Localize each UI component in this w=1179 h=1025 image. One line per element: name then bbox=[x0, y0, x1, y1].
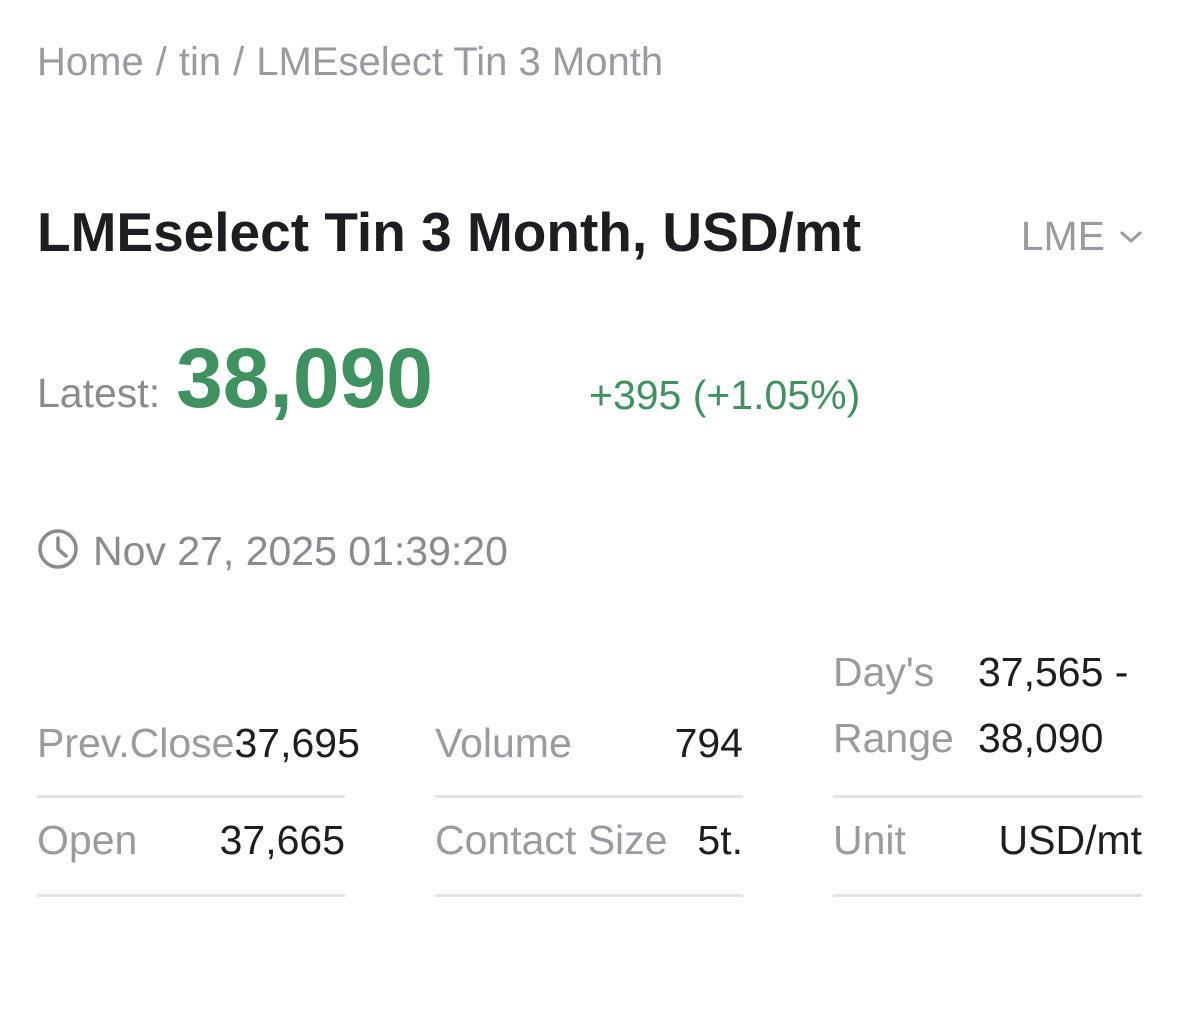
breadcrumb-separator: / bbox=[233, 40, 245, 84]
quote-timestamp: Nov 27, 2025 01:39:20 bbox=[37, 528, 508, 575]
latest-price-row: Latest: 38,090 bbox=[37, 330, 433, 427]
breadcrumb-separator: / bbox=[155, 40, 167, 84]
stat-value-line: 38,090 bbox=[978, 715, 1104, 761]
stat-label-line: Range bbox=[833, 715, 954, 761]
stat-label: Prev.Close bbox=[37, 720, 235, 766]
stat-label: Volume bbox=[435, 720, 572, 766]
stat-volume: Volume 794 bbox=[435, 700, 743, 798]
stat-value: 794 bbox=[674, 720, 743, 766]
stat-value: 37,665 bbox=[219, 817, 345, 863]
stat-label: Day's Range bbox=[833, 639, 954, 771]
stat-contract-size: Contact Size 5t. bbox=[435, 798, 743, 897]
stat-label: Contact Size bbox=[435, 817, 668, 863]
stat-value: 5t. bbox=[697, 817, 743, 863]
stat-value-line: 37,565 - bbox=[978, 649, 1129, 695]
breadcrumb-category[interactable]: tin bbox=[179, 40, 221, 84]
stat-label: Open bbox=[37, 817, 138, 863]
stat-value: 37,695 bbox=[234, 720, 360, 766]
stat-label-line: Day's bbox=[833, 649, 935, 695]
timestamp-text: Nov 27, 2025 01:39:20 bbox=[93, 528, 508, 574]
quote-page: Home / tin / LMEselect Tin 3 Month LMEselect… bbox=[0, 0, 1179, 1025]
stat-open: Open 37,665 bbox=[37, 798, 345, 897]
clock-icon bbox=[37, 528, 79, 575]
latest-label: Latest: bbox=[37, 370, 161, 416]
exchange-selector[interactable]: LME bbox=[1021, 213, 1143, 260]
stat-value: USD/mt bbox=[998, 817, 1143, 863]
breadcrumb: Home / tin / LMEselect Tin 3 Month bbox=[37, 40, 663, 85]
stat-unit: Unit USD/mt bbox=[833, 798, 1142, 897]
chevron-down-icon bbox=[1119, 229, 1143, 245]
stat-value: 37,565 - 38,090 bbox=[978, 639, 1142, 771]
stat-label: Unit bbox=[833, 817, 906, 863]
exchange-selector-label: LME bbox=[1020, 213, 1105, 259]
breadcrumb-current: LMEselect Tin 3 Month bbox=[256, 40, 664, 84]
stat-days-range: Day's Range 37,565 - 38,090 bbox=[833, 646, 1142, 798]
page-title: LMEselect Tin 3 Month, USD/mt bbox=[37, 201, 862, 263]
latest-price: 38,090 bbox=[176, 331, 434, 425]
stat-prev-close: Prev.Close 37,695 bbox=[37, 700, 360, 798]
price-change: +395 (+1.05%) bbox=[589, 372, 861, 418]
breadcrumb-home[interactable]: Home bbox=[37, 40, 144, 84]
